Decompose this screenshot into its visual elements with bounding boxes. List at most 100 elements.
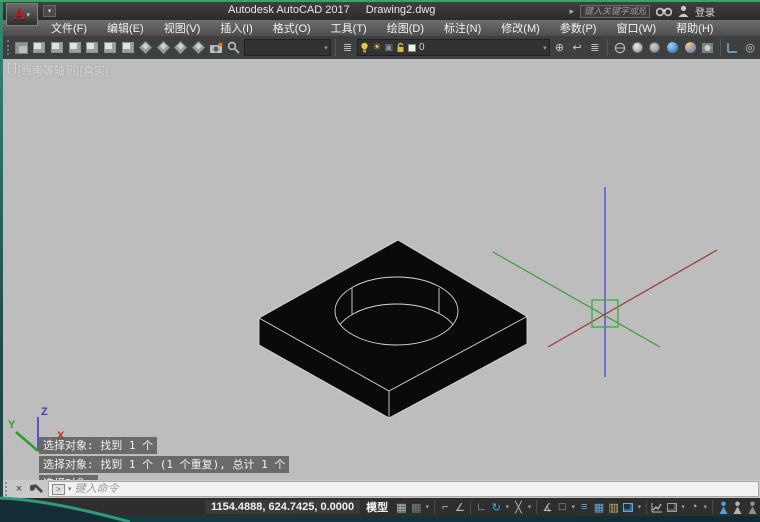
view-bottom-icon[interactable] [49, 39, 65, 56]
search-expand-icon[interactable]: ▸ [569, 6, 574, 17]
view-back-icon[interactable] [120, 39, 136, 56]
view-right-icon[interactable] [85, 39, 101, 56]
osnap-3d-icon[interactable] [621, 499, 636, 515]
isoplane-cycle-icon[interactable]: ↻ [489, 499, 504, 515]
view-top-icon[interactable] [32, 39, 48, 56]
annotation-autoscale-icon[interactable] [731, 499, 746, 515]
layer-color-swatch [407, 43, 416, 52]
title-bar: Autodesk AutoCAD 2017 Drawing2.dwg ▸ 登录 [3, 2, 760, 20]
toolbar-separator [606, 39, 608, 56]
snap-mode-caret-icon[interactable]: ▾ [424, 503, 431, 511]
search-binoculars-icon[interactable] [656, 6, 672, 17]
app-title: Autodesk AutoCAD 2017 [228, 4, 350, 16]
desktop-wallpaper-swoosh [0, 496, 130, 522]
view-ne-isometric-icon[interactable] [173, 39, 189, 56]
menu-edit[interactable]: 编辑(E) [97, 20, 154, 36]
status-separator [536, 500, 538, 514]
object-snap-tracking-icon[interactable]: ╳ [511, 499, 526, 515]
viewport-controls: [-] [西南等轴测] [真实] [7, 62, 109, 78]
visual-style-conceptual-icon[interactable] [682, 39, 698, 56]
visual-style-hidden-icon[interactable] [647, 39, 663, 56]
menu-draw[interactable]: 绘图(D) [377, 20, 434, 36]
coordinates-display[interactable]: 1154.4888, 624.7425, 0.0000 [205, 500, 361, 514]
layer-combobox[interactable]: ☀ ▣ 0 ▾ [357, 39, 550, 56]
quick-access-toolbar-button[interactable]: ▾ [43, 5, 56, 17]
model-space-button[interactable]: 模型 [366, 499, 388, 515]
app-menu-button[interactable]: A ▾ [6, 3, 38, 26]
document-title: Drawing2.dwg [365, 4, 436, 16]
menu-tools[interactable]: 工具(T) [321, 20, 377, 36]
visual-style-realistic-icon[interactable] [665, 39, 681, 56]
annotation-monitor-icon[interactable] [650, 499, 665, 515]
isodraft-icon[interactable]: ∟ [474, 499, 489, 515]
view-se-isometric-icon[interactable] [155, 39, 171, 56]
magnifier-icon[interactable] [226, 39, 242, 56]
menu-modify[interactable]: 修改(M) [491, 20, 550, 36]
object-snap-caret-icon[interactable]: ▾ [570, 503, 577, 511]
infer-constraints-icon[interactable]: ∡ [540, 499, 555, 515]
autocad-logo-icon: A [13, 5, 26, 23]
model-space[interactable]: Z Y X [3, 59, 760, 480]
layer-unlock-icon [397, 42, 404, 52]
dynamic-ucs-caret-icon[interactable]: ▾ [679, 503, 686, 511]
solid-plate-with-hole[interactable] [258, 239, 528, 419]
named-ucs-icon[interactable]: ◎ [742, 39, 758, 56]
help-search-input[interactable] [580, 4, 650, 18]
layer-states-icon[interactable]: ≣ [587, 39, 603, 56]
autocad-window: Autodesk AutoCAD 2017 Drawing2.dwg ▸ 登录 … [3, 2, 760, 516]
visual-style-2d-wireframe-icon[interactable] [612, 39, 628, 56]
view-front-icon[interactable] [102, 39, 118, 56]
osnap-3d-caret-icon[interactable]: ▾ [636, 503, 643, 511]
view-left-icon[interactable] [67, 39, 83, 56]
annotation-scale-caret-icon[interactable]: ▾ [702, 503, 709, 511]
menu-dimension[interactable]: 标注(N) [434, 20, 491, 36]
isoplane-caret-icon[interactable]: ▾ [504, 503, 511, 511]
transparency-icon[interactable]: ▦ [592, 499, 607, 515]
command-input-area[interactable]: > ▾ [48, 481, 759, 497]
menu-parametric[interactable]: 参数(P) [550, 20, 607, 36]
visual-styles-manager-icon[interactable] [700, 39, 716, 56]
toolbar-grip[interactable] [7, 40, 10, 55]
selection-cycling-icon[interactable]: ▥ [606, 499, 621, 515]
ucs-y-label: Y [8, 419, 16, 431]
annotation-scale-icon[interactable]: ◔ [687, 499, 702, 515]
layer-previous-icon[interactable]: ↩ [569, 39, 585, 56]
menu-help[interactable]: 帮助(H) [666, 20, 723, 36]
visual-style-wireframe-icon[interactable] [629, 39, 645, 56]
ucs-z-label: Z [41, 406, 48, 418]
ucs-icon[interactable] [725, 39, 741, 56]
menu-format[interactable]: 格式(O) [263, 20, 321, 36]
named-view-combobox[interactable]: ▾ [243, 39, 331, 56]
object-snap-icon[interactable]: □ [555, 499, 570, 515]
create-camera-icon[interactable] [208, 39, 224, 56]
make-object-layer-current-icon[interactable]: ⊕ [552, 39, 568, 56]
viewport-view-control[interactable]: [西南等轴测] [18, 62, 79, 78]
menu-view[interactable]: 视图(V) [154, 20, 211, 36]
view-sw-isometric-icon[interactable] [138, 39, 154, 56]
named-views-icon[interactable] [14, 39, 30, 56]
menu-insert[interactable]: 插入(I) [210, 20, 262, 36]
ortho-mode-icon[interactable]: ⌐ [438, 499, 453, 515]
signin-link[interactable]: 登录 [695, 4, 715, 19]
toolbar-separator [334, 39, 336, 56]
menu-file[interactable]: 文件(F) [41, 20, 97, 36]
layer-properties-icon[interactable]: ≣ [340, 39, 356, 56]
menu-bar: 文件(F) 编辑(E) 视图(V) 插入(I) 格式(O) 工具(T) 绘图(D… [3, 20, 760, 36]
grid-display-icon[interactable]: ▦ [394, 499, 409, 515]
lineweight-icon[interactable]: ≡ [577, 499, 592, 515]
dynamic-ucs-icon[interactable] [665, 499, 680, 515]
viewport-minimize-control[interactable]: [-] [7, 62, 17, 78]
osnap-tracking-caret-icon[interactable]: ▾ [526, 503, 533, 511]
user-icon[interactable] [678, 5, 689, 17]
status-separator [711, 500, 713, 514]
drawing-canvas[interactable]: Z Y X [-] [西南等轴测] [真实] 选择对象: 找到 1 个 选择对象… [3, 59, 760, 492]
view-nw-isometric-icon[interactable] [191, 39, 207, 56]
command-input[interactable] [74, 483, 758, 495]
viewport-visual-style-control[interactable]: [真实] [80, 62, 108, 78]
annotation-scale-list-icon[interactable] [745, 499, 760, 515]
menu-window[interactable]: 窗口(W) [606, 20, 666, 36]
annotation-visibility-icon[interactable] [716, 499, 731, 515]
command-history-line: 选择对象: 找到 1 个 [39, 437, 158, 454]
snap-mode-icon[interactable]: ▦ [409, 499, 424, 515]
polar-tracking-icon[interactable]: ∠ [453, 499, 468, 515]
